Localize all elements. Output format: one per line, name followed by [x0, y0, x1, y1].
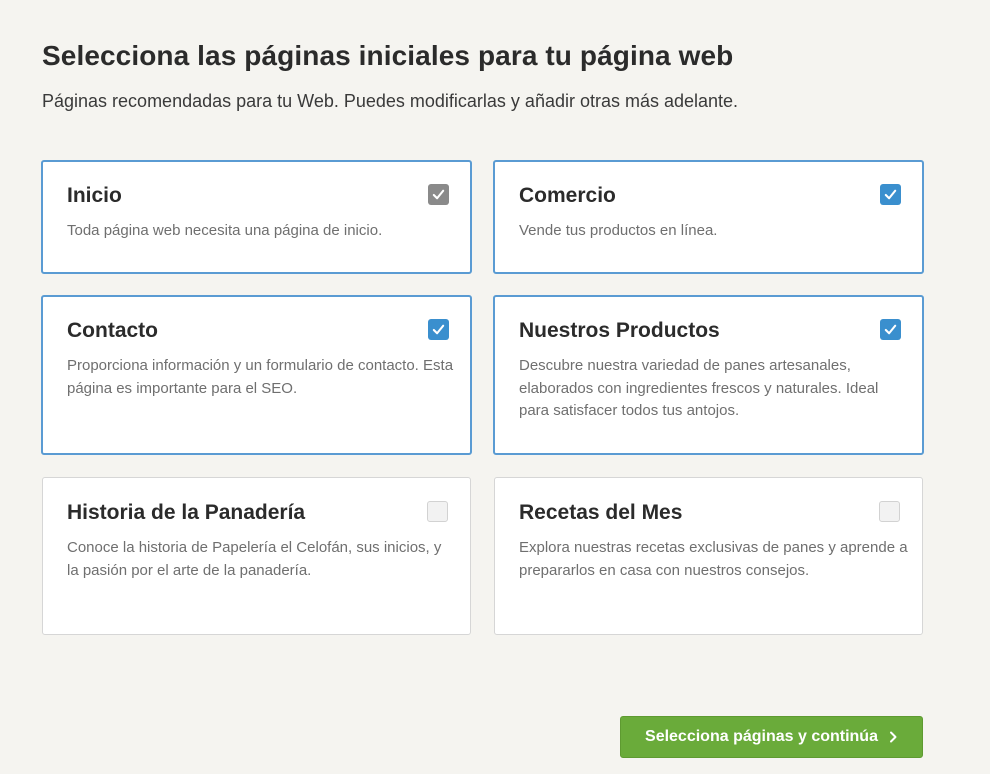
- checkbox-locked-icon: [428, 184, 449, 205]
- page-card-inicio[interactable]: Inicio Toda página web necesita una pági…: [41, 160, 472, 274]
- page-card-historia[interactable]: Historia de la Panadería Conoce la histo…: [42, 477, 471, 635]
- card-title: Historia de la Panadería: [67, 501, 306, 524]
- page-subtitle: Páginas recomendadas para tu Web. Puedes…: [42, 91, 739, 111]
- card-title: Recetas del Mes: [519, 501, 683, 524]
- card-title: Comercio: [519, 184, 616, 207]
- checkbox-checked-icon[interactable]: [880, 319, 901, 340]
- continue-button[interactable]: Selecciona páginas y continúa: [620, 716, 923, 758]
- card-title: Inicio: [67, 184, 122, 207]
- page-card-contacto[interactable]: Contacto Proporciona información y un fo…: [41, 295, 472, 455]
- card-description-editable[interactable]: Conoce la historia de Papelería el Celof…: [67, 537, 457, 582]
- card-description: Proporciona información y un formulario …: [67, 357, 454, 397]
- chevron-right-icon: [889, 731, 897, 743]
- page-card-nuestros-productos[interactable]: Nuestros Productos Descubre nuestra vari…: [493, 295, 924, 455]
- card-title: Contacto: [67, 319, 158, 342]
- checkbox-checked-icon[interactable]: [880, 184, 901, 205]
- page: Selecciona las páginas iniciales para tu…: [0, 0, 990, 774]
- checkbox-checked-icon[interactable]: [428, 319, 449, 340]
- page-card-recetas[interactable]: Recetas del Mes Explora nuestras recetas…: [494, 477, 923, 635]
- checkbox-unchecked-icon[interactable]: [879, 501, 900, 522]
- card-title: Nuestros Productos: [519, 319, 720, 342]
- card-description: Vende tus productos en línea.: [519, 222, 718, 239]
- page-title: Selecciona las páginas iniciales para tu…: [42, 40, 734, 71]
- card-description-text: Conoce la historia de Papelería el Celof…: [67, 539, 442, 579]
- page-card-comercio[interactable]: Comercio Vende tus productos en línea.: [493, 160, 924, 274]
- card-description: Explora nuestras recetas exclusivas de p…: [519, 539, 908, 579]
- card-description: Descubre nuestra variedad de panes artes…: [519, 357, 879, 419]
- continue-button-label: Selecciona páginas y continúa: [645, 728, 878, 745]
- card-description: Toda página web necesita una página de i…: [67, 222, 383, 239]
- checkbox-unchecked-icon[interactable]: [427, 501, 448, 522]
